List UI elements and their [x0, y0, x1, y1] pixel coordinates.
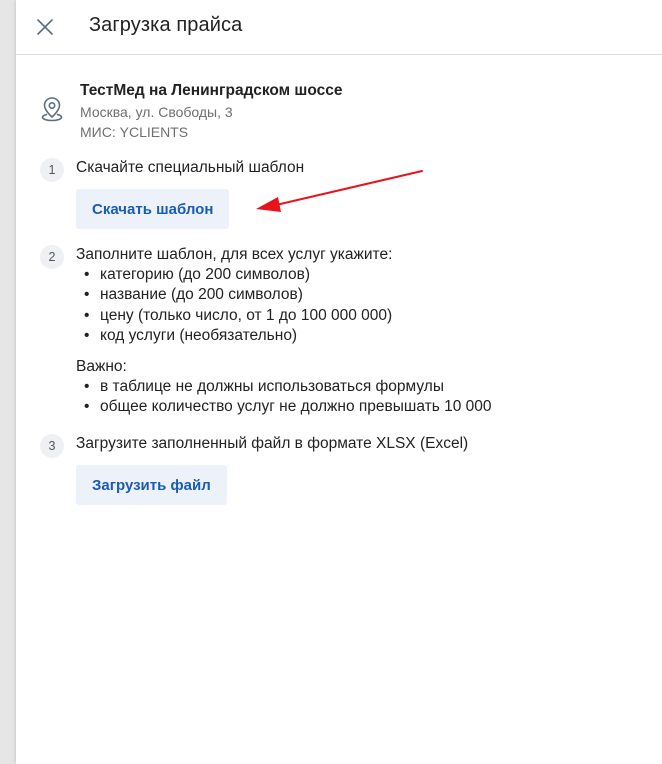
fields-list: категорию (до 200 символов) название (до… — [80, 265, 392, 346]
upload-file-button[interactable]: Загрузить файл — [76, 465, 227, 505]
list-item: название (до 200 символов) — [84, 285, 392, 306]
upload-price-panel: Загрузка прайса ТестМед на Ленинградском… — [16, 0, 662, 764]
clinic-info: ТестМед на Ленинградском шоссе Москва, у… — [40, 80, 640, 142]
step-number: 2 — [40, 245, 64, 269]
close-button[interactable] — [32, 14, 58, 40]
step-number: 3 — [40, 434, 64, 458]
annotation-arrow-icon — [256, 170, 423, 212]
list-item: цену (только число, от 1 до 100 000 000) — [84, 306, 392, 327]
important-label: Важно: — [76, 358, 127, 375]
clinic-mis: МИС: YCLIENTS — [80, 124, 189, 140]
step-text: Заполните шаблон, для всех услуг укажите… — [76, 246, 393, 263]
list-item: категорию (до 200 символов) — [84, 265, 392, 286]
close-icon — [37, 19, 53, 35]
step-number: 1 — [40, 158, 64, 182]
download-template-button[interactable]: Скачать шаблон — [76, 189, 230, 229]
step-text: Загрузите заполненный файл в формате XLS… — [76, 435, 469, 452]
list-item: общее количество услуг не должно превыша… — [84, 397, 491, 418]
step-3: 3 Загрузите заполненный файл в формате X… — [40, 434, 640, 514]
panel-header: Загрузка прайса — [16, 0, 662, 55]
page-title: Загрузка прайса — [89, 14, 243, 36]
clinic-name: ТестМед на Ленинградском шоссе — [80, 82, 343, 99]
list-item: код услуги (необязательно) — [84, 326, 392, 347]
important-list: в таблице не должны использоваться форму… — [80, 377, 492, 418]
clinic-address: Москва, ул. Свободы, 3 — [80, 104, 233, 120]
location-pin-icon — [41, 97, 63, 122]
step-2: 2 Заполните шаблон, для всех услуг укажи… — [40, 245, 640, 425]
list-item: в таблице не должны использоваться форму… — [84, 377, 492, 398]
